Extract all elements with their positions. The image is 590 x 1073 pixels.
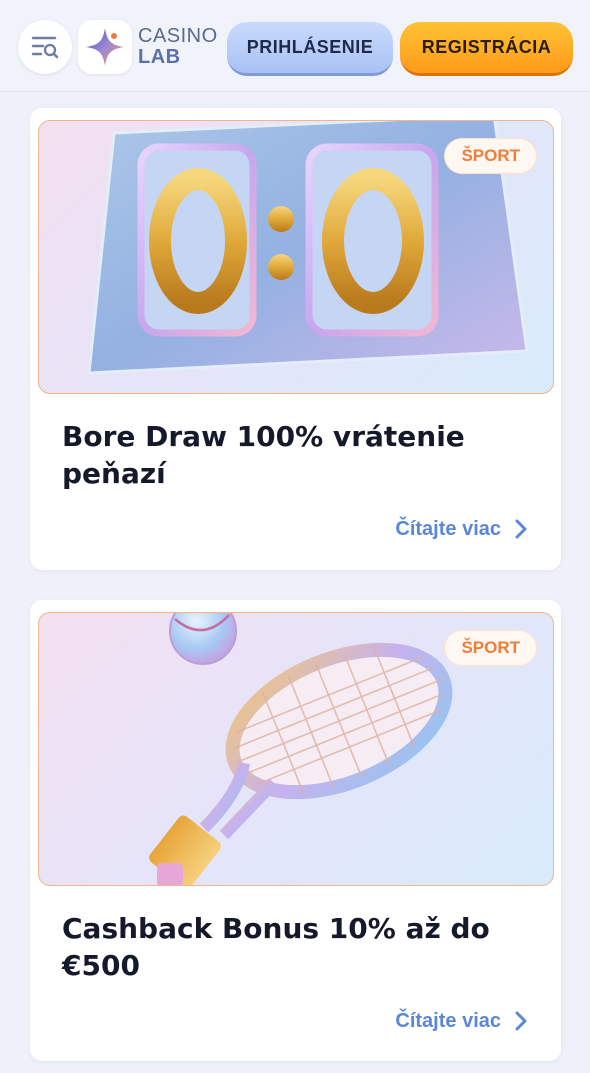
chevron-right-icon — [515, 519, 527, 539]
logo-line-casino: CASINO — [138, 25, 218, 47]
chevron-right-icon — [515, 1011, 527, 1031]
logo-text[interactable]: CASINO LAB — [138, 26, 228, 68]
logo-line-lab: LAB — [138, 46, 181, 68]
read-more-label: Čítajte viac — [395, 1009, 501, 1032]
star-logo-icon — [86, 28, 124, 66]
register-button[interactable]: REGISTRÁCIA — [400, 22, 573, 76]
promotion-image: ŠPORT — [38, 612, 554, 886]
promotion-image: ŠPORT — [38, 120, 554, 394]
promotion-title[interactable]: Bore Draw 100% vrátenie peňazí — [62, 418, 522, 492]
menu-search-icon — [31, 36, 59, 59]
logo[interactable] — [78, 20, 132, 74]
read-more-link[interactable]: Čítajte viac — [395, 515, 527, 543]
promotion-title[interactable]: Cashback Bonus 10% až do €500 — [62, 910, 522, 984]
category-badge: ŠPORT — [444, 138, 537, 174]
promotion-card[interactable]: ŠPORT Bore Draw 100% vrátenie peňazí Čít… — [30, 108, 561, 570]
read-more-link[interactable]: Čítajte viac — [395, 1007, 527, 1035]
menu-search-button[interactable] — [18, 20, 72, 74]
promotion-card[interactable]: ŠPORT Cashback Bonus 10% až do €500 Číta… — [30, 600, 561, 1061]
login-button[interactable]: PRIHLÁSENIE — [227, 22, 393, 76]
top-header: CASINO LAB PRIHLÁSENIE REGISTRÁCIA — [0, 0, 590, 92]
read-more-label: Čítajte viac — [395, 517, 501, 540]
category-badge: ŠPORT — [444, 630, 537, 666]
